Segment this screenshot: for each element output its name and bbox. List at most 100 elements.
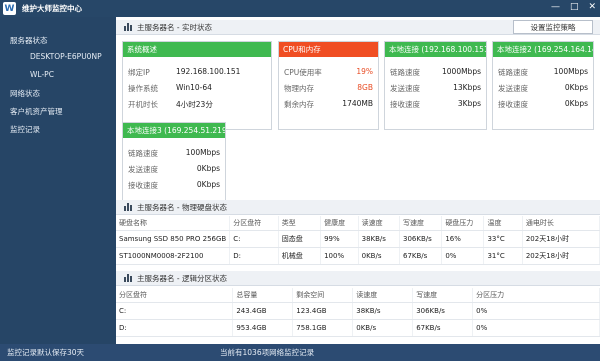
- table-cell: 0KB/s: [358, 247, 401, 265]
- network-card-title: 本地连接 (192.168.100.151): [385, 42, 486, 57]
- column-header[interactable]: 总容量: [232, 288, 294, 303]
- card-row: 链路速度 100Mbps: [498, 67, 588, 78]
- column-header[interactable]: 写速度: [399, 216, 443, 231]
- row-label: 接收速度: [390, 100, 420, 109]
- table-cell: 0%: [472, 302, 600, 320]
- table-cell: 306KB/s: [412, 302, 474, 320]
- close-icon[interactable]: ✕: [588, 2, 596, 12]
- row-label: 接收速度: [498, 100, 528, 109]
- sidebar-item-network-status[interactable]: 网络状态: [10, 88, 40, 99]
- row-value: 1000Mbps: [442, 67, 481, 76]
- table-header-row: 硬盘名称 分区盘符 类型 健康度 读速度 写速度 硬盘压力 温度 通电时长: [116, 216, 600, 231]
- table-header-row: 分区盘符 总容量 剩余空间 读速度 写速度 分区压力: [116, 288, 600, 303]
- column-header[interactable]: 写速度: [412, 288, 474, 303]
- card-row: 接收速度 3Kbps: [390, 99, 481, 110]
- table-cell: 固态盘: [278, 230, 322, 248]
- table-cell: 953.4GB: [232, 319, 294, 337]
- sidebar-item-wl-pc[interactable]: WL-PC: [30, 70, 54, 79]
- system-overview-title: 系统概述: [123, 42, 271, 57]
- table-cell: 202天18小时: [522, 230, 600, 248]
- column-header[interactable]: 分区压力: [472, 288, 600, 303]
- table-cell: 243.4GB: [232, 302, 294, 320]
- main-panel: 主服务器名 - 实时状态 设置监控策略 系统概述 绑定IP 192.168.100…: [116, 17, 600, 344]
- cpu-memory-title: CPU和内存: [279, 42, 378, 57]
- column-header[interactable]: 温度: [483, 216, 523, 231]
- column-header[interactable]: 硬盘压力: [441, 216, 485, 231]
- table-cell: 123.4GB: [292, 302, 354, 320]
- table-row[interactable]: ST1000NM0008-2F2100 D: 机械盘 100% 0KB/s 67…: [116, 247, 600, 265]
- row-value: 4小时23分: [176, 100, 213, 109]
- sidebar-item-desktop-e6pu0np[interactable]: DESKTOP-E6PU0NP: [30, 52, 102, 61]
- row-label: 链路速度: [498, 68, 528, 77]
- table-cell: 31°C: [483, 247, 523, 265]
- row-label: 绑定IP: [128, 68, 150, 77]
- row-label: 操作系统: [128, 84, 158, 93]
- status-bar: 监控记录默认保存30天 当前有1036项网络监控记录: [0, 344, 600, 361]
- table-cell: 202天18小时: [522, 247, 600, 265]
- network-card-3: 本地连接3 (169.254.51.219) 链路速度 100Mbps 发送速度 0…: [122, 122, 226, 210]
- network-card-1: 本地连接 (192.168.100.151) 链路速度 1000Mbps 发送速度…: [384, 41, 487, 130]
- card-row: 发送速度 0Kbps: [498, 83, 588, 94]
- window-controls: — □ ✕: [551, 2, 596, 12]
- column-header[interactable]: 分区盘符: [229, 216, 279, 231]
- config-monitor-button[interactable]: 设置监控策略: [513, 20, 593, 34]
- row-value: 100Mbps: [185, 148, 220, 157]
- table-cell: 0%: [472, 319, 600, 337]
- row-label: CPU使用率: [284, 68, 322, 77]
- table-cell: Samsung SSD 850 PRO 256GB: [116, 230, 231, 248]
- network-card-title: 本地连接2 (169.254.164.140): [493, 42, 593, 57]
- row-label: 开机时长: [128, 100, 158, 109]
- table-cell: 306KB/s: [399, 230, 443, 248]
- sidebar-item-asset-management[interactable]: 客户机资产管理: [10, 106, 63, 117]
- minimize-icon[interactable]: —: [551, 2, 560, 12]
- column-header[interactable]: 读速度: [358, 216, 401, 231]
- cpu-memory-card: CPU和内存 CPU使用率 19% 物理内存 8GB 剩余内存 1740MB: [278, 41, 379, 130]
- sidebar-item-server-status[interactable]: 服务器状态: [10, 35, 48, 46]
- table-cell: ST1000NM0008-2F2100: [116, 247, 231, 265]
- column-header[interactable]: 剩余空间: [292, 288, 354, 303]
- title-bar: W 维护大师监控中心 — □ ✕: [0, 0, 600, 17]
- table-cell: 0%: [441, 247, 485, 265]
- table-row[interactable]: D: 953.4GB 758.1GB 0KB/s 67KB/s 0%: [116, 319, 600, 337]
- card-row: 操作系统 Win10-64: [128, 83, 266, 94]
- table-cell: 67KB/s: [399, 247, 443, 265]
- bar-chart-icon: [124, 274, 132, 282]
- status-record-count: 当前有1036项网络监控记录: [220, 348, 315, 357]
- row-value: 13Kbps: [453, 83, 481, 92]
- partition-section-title: 主服务器名 - 逻辑分区状态: [137, 273, 227, 283]
- column-header[interactable]: 分区盘符: [116, 288, 234, 303]
- column-header[interactable]: 类型: [278, 216, 322, 231]
- table-row[interactable]: C: 243.4GB 123.4GB 38KB/s 306KB/s 0%: [116, 302, 600, 320]
- sidebar-item-monitor-log[interactable]: 监控记录: [10, 124, 40, 135]
- table-cell: 38KB/s: [352, 302, 414, 320]
- sidebar: 服务器状态 DESKTOP-E6PU0NP WL-PC 网络状态 客户机资产管理…: [0, 17, 116, 344]
- disk-table: 硬盘名称 分区盘符 类型 健康度 读速度 写速度 硬盘压力 温度 通电时长 Sa…: [116, 216, 600, 265]
- card-row: CPU使用率 19%: [284, 67, 373, 78]
- column-header[interactable]: 通电时长: [522, 216, 600, 231]
- table-cell: 38KB/s: [358, 230, 401, 248]
- table-cell: 67KB/s: [412, 319, 474, 337]
- column-header[interactable]: 健康度: [320, 216, 359, 231]
- column-header[interactable]: 读速度: [352, 288, 414, 303]
- row-value: 0Kbps: [564, 99, 588, 108]
- card-row: 链路速度 1000Mbps: [390, 67, 481, 78]
- disk-section-title: 主服务器名 - 物理硬盘状态: [137, 202, 227, 212]
- row-value: 0Kbps: [196, 164, 220, 173]
- row-value: 3Kbps: [457, 99, 481, 108]
- table-row[interactable]: Samsung SSD 850 PRO 256GB C: 固态盘 99% 38K…: [116, 230, 600, 248]
- memory-total-value: 8GB: [357, 83, 373, 92]
- row-label: 物理内存: [284, 84, 314, 93]
- realtime-section-title: 主服务器名 - 实时状态: [137, 22, 212, 32]
- card-row: 发送速度 0Kbps: [128, 164, 220, 175]
- table-cell: 机械盘: [278, 247, 322, 265]
- bar-chart-icon: [124, 203, 132, 211]
- bar-chart-icon: [124, 23, 132, 31]
- card-row: 接收速度 0Kbps: [498, 99, 588, 110]
- card-row: 开机时长 4小时23分: [128, 99, 266, 110]
- maximize-icon[interactable]: □: [570, 2, 579, 12]
- memory-free-value: 1740MB: [342, 99, 373, 108]
- column-header[interactable]: 硬盘名称: [116, 216, 231, 231]
- row-label: 发送速度: [390, 84, 420, 93]
- table-cell: 99%: [320, 230, 359, 248]
- system-overview-card: 系统概述 绑定IP 192.168.100.151 操作系统 Win10-64 开机…: [122, 41, 272, 130]
